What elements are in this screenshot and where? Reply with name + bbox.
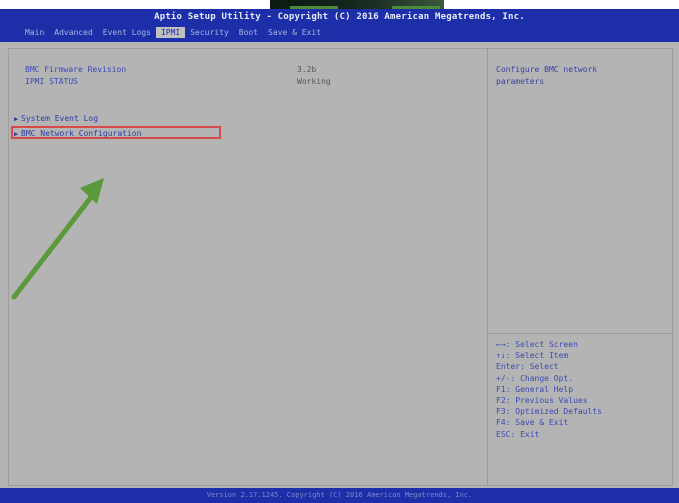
tab-security[interactable]: Security [185, 27, 234, 38]
bios-footer: Version 2.17.1245. Copyright (C) 2016 Am… [0, 488, 679, 503]
tab-event-logs[interactable]: Event Logs [98, 27, 156, 38]
bios-title: Aptio Setup Utility - Copyright (C) 2016… [154, 12, 525, 22]
menu-item-bmc-network-configuration[interactable]: ▶ BMC Network Configuration [14, 129, 141, 138]
tab-save-exit[interactable]: Save & Exit [263, 27, 326, 38]
help-divider [488, 333, 673, 334]
tab-boot[interactable]: Boot [234, 27, 263, 38]
key-enter: Enter: Select [496, 362, 559, 372]
menu-item-system-event-log[interactable]: ▶ System Event Log [14, 114, 98, 123]
ipmi-status-value: Working [297, 77, 331, 86]
ipmi-status-label: IPMI STATUS [25, 77, 78, 86]
key-optimized-defaults: F3: Optimized Defaults [496, 407, 602, 417]
bios-main: BMC Firmware Revision 3.2b IPMI STATUS W… [0, 42, 679, 488]
bmc-firmware-label: BMC Firmware Revision [25, 65, 127, 74]
help-description-line1: Configure BMC network [496, 65, 598, 74]
key-legend: ←→: Select Screen ↑↓: Select Item Enter:… [496, 339, 602, 440]
triangle-right-icon: ▶ [14, 130, 19, 138]
tab-main[interactable]: Main [20, 27, 49, 38]
key-previous-values: F2: Previous Values [496, 396, 588, 406]
key-save-exit: F4: Save & Exit [496, 418, 569, 428]
key-select-screen: ←→: Select Screen [496, 340, 578, 349]
green-arrow-icon [11, 178, 104, 300]
bios-header: Aptio Setup Utility - Copyright (C) 2016… [0, 9, 679, 42]
key-general-help: F1: General Help [496, 384, 574, 394]
triangle-right-icon: ▶ [14, 115, 19, 123]
key-esc-exit: ESC: Exit [496, 429, 540, 439]
key-change-opt: +/-: Change Opt. [496, 373, 574, 383]
bmc-firmware-value: 3.2b [297, 65, 317, 74]
vertical-divider [487, 49, 488, 485]
tab-bar: Main Advanced Event Logs IPMI Security B… [20, 27, 326, 38]
menu-item-label: System Event Log [21, 114, 99, 123]
help-description-line2: parameters [496, 77, 545, 86]
key-select-item: ↑↓: Select Item [496, 351, 569, 361]
top-photo-strip [0, 0, 679, 9]
tab-advanced[interactable]: Advanced [49, 27, 98, 38]
menu-item-label: BMC Network Configuration [21, 129, 142, 138]
tab-ipmi[interactable]: IPMI [155, 27, 186, 38]
